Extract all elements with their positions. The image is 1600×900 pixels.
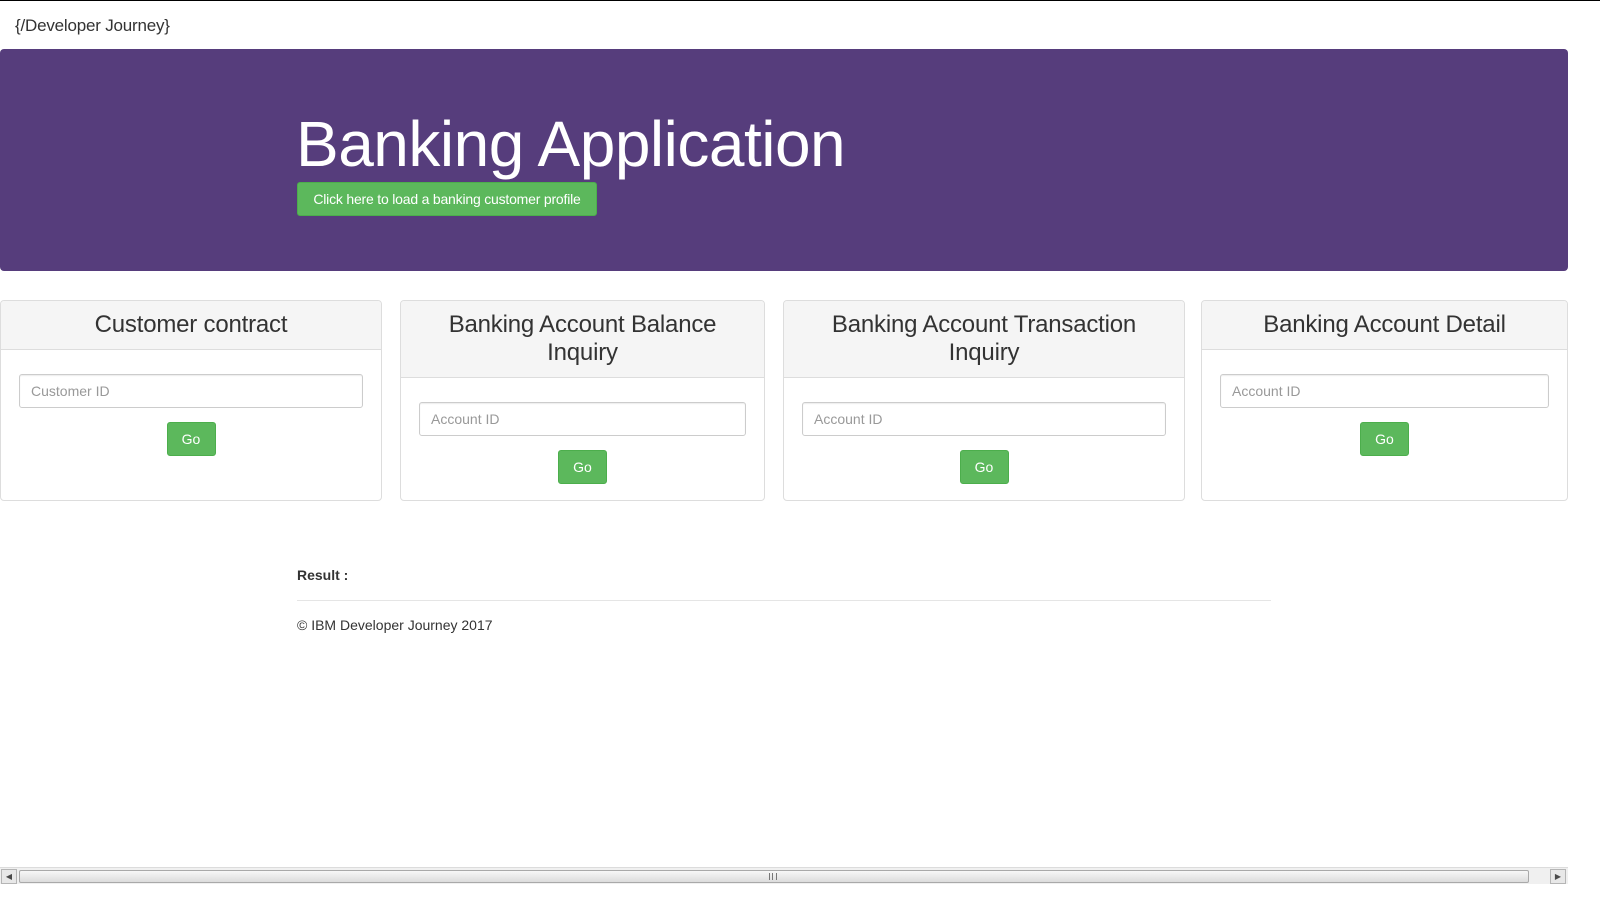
transaction-account-id-input[interactable]: [802, 402, 1166, 436]
hero-jumbotron: Banking Application Click here to load a…: [0, 49, 1568, 271]
panel-body: Go: [401, 378, 764, 484]
panel-body: Go: [784, 378, 1184, 484]
panel-body: Go: [1202, 350, 1567, 456]
customer-contract-panel: Customer contract Go: [0, 300, 382, 501]
balance-inquiry-panel: Banking Account Balance Inquiry Go: [400, 300, 765, 501]
customer-contract-go-button[interactable]: Go: [166, 422, 216, 456]
result-label: Result :: [297, 567, 349, 583]
detail-account-id-input[interactable]: [1220, 374, 1549, 408]
account-detail-panel: Banking Account Detail Go: [1201, 300, 1568, 501]
transaction-inquiry-panel: Banking Account Transaction Inquiry Go: [783, 300, 1185, 501]
customer-id-input[interactable]: [19, 374, 363, 408]
balance-inquiry-go-button[interactable]: Go: [558, 450, 607, 484]
page-title: Banking Application: [296, 108, 846, 180]
chevron-left-icon[interactable]: ◀: [1, 869, 17, 884]
panel-heading: Customer contract: [1, 301, 381, 350]
navbar: {/Developer Journey}: [0, 1, 1600, 49]
account-detail-go-button[interactable]: Go: [1360, 422, 1409, 456]
panel-heading: Banking Account Transaction Inquiry: [784, 301, 1184, 378]
panel-body: Go: [1, 350, 381, 456]
transaction-inquiry-go-button[interactable]: Go: [959, 450, 1009, 484]
balance-account-id-input[interactable]: [419, 402, 746, 436]
load-customer-profile-button[interactable]: Click here to load a banking customer pr…: [297, 182, 597, 216]
grip-icon: [769, 873, 777, 880]
panel-heading: Banking Account Balance Inquiry: [401, 301, 764, 378]
divider: [297, 600, 1271, 601]
chevron-right-icon[interactable]: ▶: [1550, 869, 1566, 884]
footer-copyright: © IBM Developer Journey 2017: [297, 617, 493, 633]
scrollbar-thumb[interactable]: [19, 870, 1529, 883]
brand-link[interactable]: {/Developer Journey}: [15, 16, 170, 36]
page: {/Developer Journey} Banking Application…: [0, 0, 1600, 900]
horizontal-scrollbar[interactable]: ◀ ▶: [0, 867, 1568, 884]
panel-heading: Banking Account Detail: [1202, 301, 1567, 350]
